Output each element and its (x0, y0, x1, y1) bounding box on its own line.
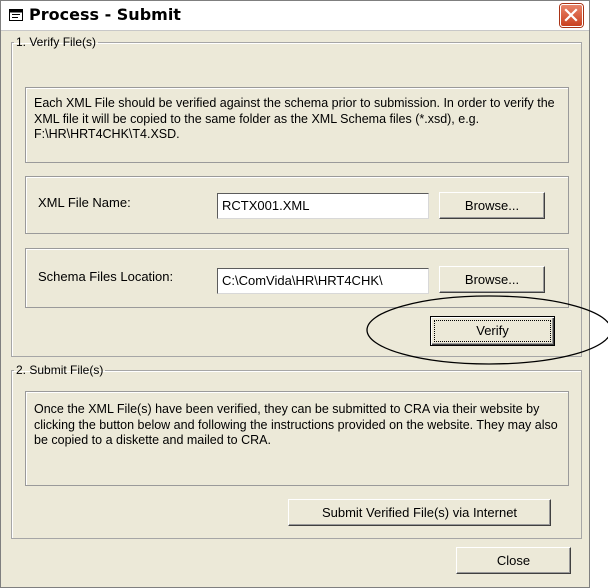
submit-files-legend: 2. Submit File(s) (16, 363, 104, 377)
close-button[interactable]: Close (456, 547, 571, 574)
verify-files-legend: 1. Verify File(s) (16, 35, 97, 49)
close-x-icon (564, 8, 578, 22)
process-submit-window: Process - Submit 1. Verify File(s) Each … (0, 0, 590, 588)
browse-xml-button[interactable]: Browse... (439, 192, 545, 219)
title-bar: Process - Submit (1, 1, 589, 31)
verify-focus-rect (434, 320, 551, 342)
browse-schema-button[interactable]: Browse... (439, 266, 545, 293)
submit-description: Once the XML File(s) have been verified,… (34, 402, 558, 447)
schema-location-panel: Schema Files Location: C:\ComVida\HR\HRT… (25, 248, 569, 308)
xml-file-label: XML File Name: (38, 195, 131, 210)
submit-internet-button[interactable]: Submit Verified File(s) via Internet (288, 499, 551, 526)
xml-file-panel: XML File Name: RCTX001.XML Browse... (25, 176, 569, 234)
verify-button[interactable]: Verify (430, 316, 555, 346)
close-window-button[interactable] (560, 4, 583, 27)
submit-info-panel: Once the XML File(s) have been verified,… (25, 391, 569, 486)
schema-location-input[interactable]: C:\ComVida\HR\HRT4CHK\ (217, 268, 429, 294)
schema-location-label: Schema Files Location: (38, 269, 174, 284)
verify-description: Each XML File should be verified against… (34, 96, 555, 141)
window-title: Process - Submit (29, 5, 181, 24)
verify-info-panel: Each XML File should be verified against… (25, 87, 569, 163)
xml-file-name-input[interactable]: RCTX001.XML (217, 193, 429, 219)
window-app-icon (9, 9, 23, 21)
